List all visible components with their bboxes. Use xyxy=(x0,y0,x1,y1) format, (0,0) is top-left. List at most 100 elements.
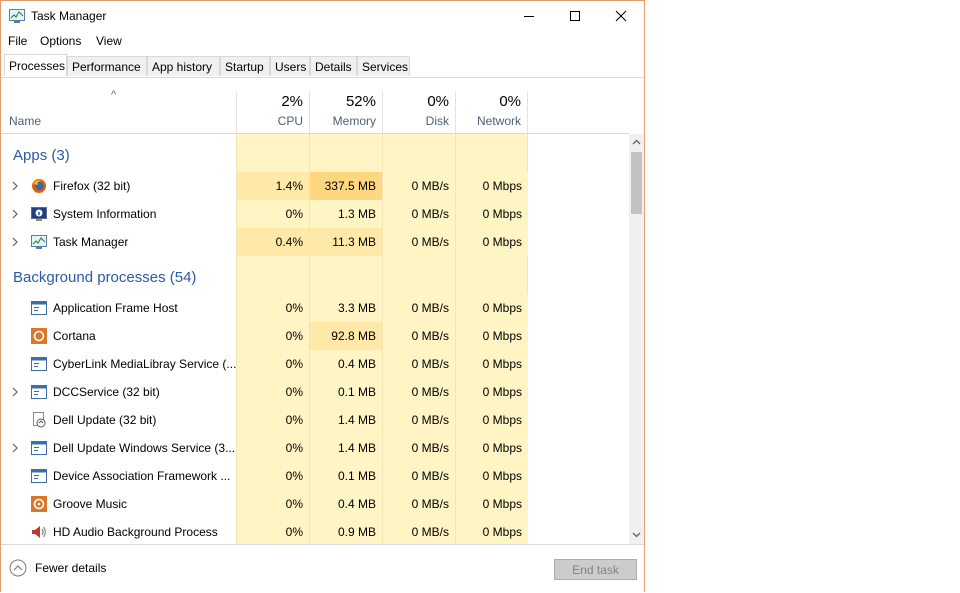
process-row[interactable]: DCCService (32 bit) 0% 0.1 MB 0 MB/s 0 Mbps xyxy=(1,378,629,406)
column-header-disk[interactable]: 0% Disk xyxy=(382,91,455,133)
process-network-value: 0 Mbps xyxy=(455,434,528,462)
process-disk-value: 0 MB/s xyxy=(382,462,455,490)
tab-app-history[interactable]: App history xyxy=(147,56,220,76)
tab-strip: Processes Performance App history Startu… xyxy=(1,54,644,78)
close-icon xyxy=(615,10,627,22)
process-row[interactable]: Dell Update (32 bit) 0% 1.4 MB 0 MB/s 0 Mbps xyxy=(1,406,629,434)
process-disk-value: 0 MB/s xyxy=(382,322,455,350)
end-task-button[interactable]: End task xyxy=(554,559,637,580)
process-name: Dell Update Windows Service (3... xyxy=(53,441,236,455)
network-total-percent: 0% xyxy=(499,93,521,110)
column-header-row: ^ Name 2% CPU 52% Memory 0% Disk 0% Netw… xyxy=(1,89,629,134)
process-row[interactable]: Task Manager 0.4% 11.3 MB 0 MB/s 0 Mbps xyxy=(1,228,629,256)
process-network-value: 0 Mbps xyxy=(455,490,528,518)
column-header-memory[interactable]: 52% Memory xyxy=(309,91,382,133)
group-header-background[interactable]: Background processes (54) xyxy=(1,264,629,292)
process-network-value: 0 Mbps xyxy=(455,350,528,378)
process-cpu-value: 0% xyxy=(236,294,309,322)
process-network-value: 0 Mbps xyxy=(455,172,528,200)
memory-header-label: Memory xyxy=(332,114,376,128)
process-cpu-value: 0% xyxy=(236,350,309,378)
network-header-label: Network xyxy=(476,114,521,128)
process-disk-value: 0 MB/s xyxy=(382,200,455,228)
process-memory-value: 3.3 MB xyxy=(309,294,382,322)
minimize-button[interactable] xyxy=(506,1,552,31)
group-title-background: Background processes (54) xyxy=(13,269,197,286)
process-cpu-value: 0% xyxy=(236,518,309,544)
process-row[interactable]: Firefox (32 bit) 1.4% 337.5 MB 0 MB/s 0 Mbps xyxy=(1,172,629,200)
cpu-total-percent: 2% xyxy=(281,93,303,110)
process-disk-value: 0 MB/s xyxy=(382,406,455,434)
expand-chevron-icon[interactable] xyxy=(11,181,19,191)
fewer-details-button[interactable]: Fewer details xyxy=(9,559,106,577)
window-icon xyxy=(31,385,47,399)
process-row[interactable]: Device Association Framework ... 0% 0.1 MB… xyxy=(1,462,629,490)
process-cpu-value: 0% xyxy=(236,490,309,518)
process-cpu-value: 0.4% xyxy=(236,228,309,256)
system-information-icon xyxy=(31,207,47,221)
tab-details[interactable]: Details xyxy=(310,56,357,76)
column-header-cpu[interactable]: 2% CPU xyxy=(236,91,309,133)
process-cpu-value: 0% xyxy=(236,406,309,434)
chevron-up-circle-icon xyxy=(9,559,27,577)
process-memory-value: 0.4 MB xyxy=(309,490,382,518)
groove-music-icon xyxy=(31,496,47,512)
process-memory-value: 1.4 MB xyxy=(309,406,382,434)
task-manager-icon xyxy=(9,9,25,23)
process-memory-value: 0.1 MB xyxy=(309,462,382,490)
process-cpu-value: 0% xyxy=(236,200,309,228)
column-header-network[interactable]: 0% Network xyxy=(455,91,528,133)
tab-users[interactable]: Users xyxy=(270,56,310,76)
process-row[interactable]: HD Audio Background Process 0% 0.9 MB 0 MB/… xyxy=(1,518,629,544)
process-memory-value: 0.4 MB xyxy=(309,350,382,378)
expand-chevron-icon[interactable] xyxy=(11,237,19,247)
process-disk-value: 0 MB/s xyxy=(382,378,455,406)
window-icon xyxy=(31,469,47,483)
scroll-down-icon[interactable] xyxy=(632,532,641,538)
tab-services[interactable]: Services xyxy=(357,56,410,76)
process-name: Dell Update (32 bit) xyxy=(53,413,157,427)
column-header-name[interactable]: ^ Name xyxy=(1,89,236,133)
process-name: Groove Music xyxy=(53,497,128,511)
close-button[interactable] xyxy=(598,1,644,31)
menu-file[interactable]: File xyxy=(8,34,27,48)
window-icon xyxy=(31,301,47,315)
title-bar[interactable]: Task Manager xyxy=(1,1,644,31)
process-network-value: 0 Mbps xyxy=(455,462,528,490)
process-disk-value: 0 MB/s xyxy=(382,490,455,518)
tab-processes[interactable]: Processes xyxy=(4,54,67,77)
vertical-scrollbar[interactable] xyxy=(629,134,644,544)
scrollbar-thumb[interactable] xyxy=(631,152,642,214)
process-row[interactable]: CyberLink MediaLibray Service (... 0% 0.4 … xyxy=(1,350,629,378)
expand-chevron-icon[interactable] xyxy=(11,209,19,219)
menu-view[interactable]: View xyxy=(96,34,122,48)
process-network-value: 0 Mbps xyxy=(455,378,528,406)
process-memory-value: 0.9 MB xyxy=(309,518,382,544)
maximize-button[interactable] xyxy=(552,1,598,31)
process-network-value: 0 Mbps xyxy=(455,518,528,544)
maximize-icon xyxy=(570,11,580,21)
tab-startup[interactable]: Startup xyxy=(220,56,270,76)
process-row[interactable]: Dell Update Windows Service (3... 0% 1.4 M… xyxy=(1,434,629,462)
tab-performance[interactable]: Performance xyxy=(67,56,147,76)
process-memory-value: 1.4 MB xyxy=(309,434,382,462)
expand-chevron-icon[interactable] xyxy=(11,387,19,397)
expand-chevron-icon[interactable] xyxy=(11,443,19,453)
process-memory-value: 0.1 MB xyxy=(309,378,382,406)
process-row[interactable]: System Information 0% 1.3 MB 0 MB/s 0 Mbps xyxy=(1,200,629,228)
process-name: System Information xyxy=(53,207,157,221)
group-header-apps[interactable]: Apps (3) xyxy=(1,142,629,170)
process-name: Cortana xyxy=(53,329,96,343)
sort-ascending-icon: ^ xyxy=(111,89,117,101)
scroll-up-icon[interactable] xyxy=(632,139,641,145)
process-row[interactable]: Cortana 0% 92.8 MB 0 MB/s 0 Mbps xyxy=(1,322,629,350)
process-memory-value: 1.3 MB xyxy=(309,200,382,228)
disk-total-percent: 0% xyxy=(427,93,449,110)
process-name: Firefox (32 bit) xyxy=(53,179,131,193)
menu-options[interactable]: Options xyxy=(40,34,81,48)
cpu-header-label: CPU xyxy=(277,114,303,128)
process-row[interactable]: Application Frame Host 0% 3.3 MB 0 MB/s 0 Mb… xyxy=(1,294,629,322)
name-header-label: Name xyxy=(9,114,42,128)
process-row[interactable]: Groove Music 0% 0.4 MB 0 MB/s 0 Mbps xyxy=(1,490,629,518)
process-disk-value: 0 MB/s xyxy=(382,172,455,200)
